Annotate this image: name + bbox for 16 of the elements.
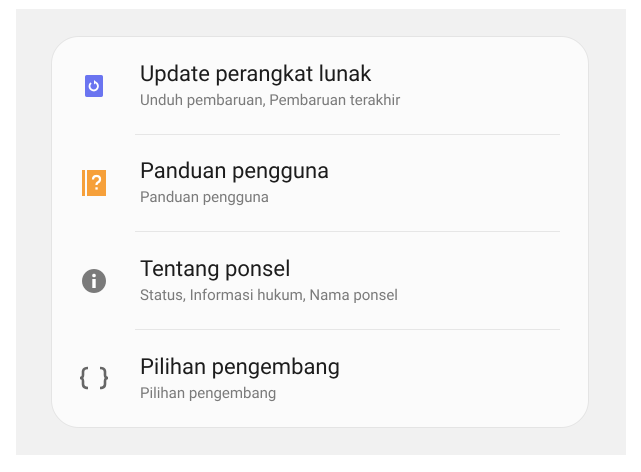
refresh-icon [84, 74, 102, 97]
settings-item[interactable]: Tentang ponsel Status, Informasi hukum, Nama ponsel [52, 232, 560, 330]
item-title: Tentang ponsel [140, 256, 292, 282]
item-title: Pilihan pengembang [140, 354, 341, 380]
item-title: Panduan pengguna [140, 159, 330, 184]
braces-icon [78, 366, 108, 390]
settings-item[interactable]: Pilihan pengembang Pilihan pengembang [52, 330, 560, 427]
help-book-icon [82, 170, 106, 196]
item-subtitle: Status, Informasi hukum, Nama ponsel [140, 286, 399, 304]
item-subtitle: Pilihan pengembang [140, 384, 278, 402]
settings-item[interactable]: Panduan pengguna Panduan pengguna [52, 134, 560, 232]
item-subtitle: Unduh pembaruan, Pembaruan terakhir [140, 90, 402, 109]
info-icon [82, 268, 106, 293]
item-subtitle: Panduan pengguna [140, 188, 270, 206]
item-title: Update perangkat lunak [140, 62, 372, 87]
settings-item[interactable]: Update perangkat lunak Unduh pembaruan, Pembaruan terakhir [52, 37, 560, 134]
